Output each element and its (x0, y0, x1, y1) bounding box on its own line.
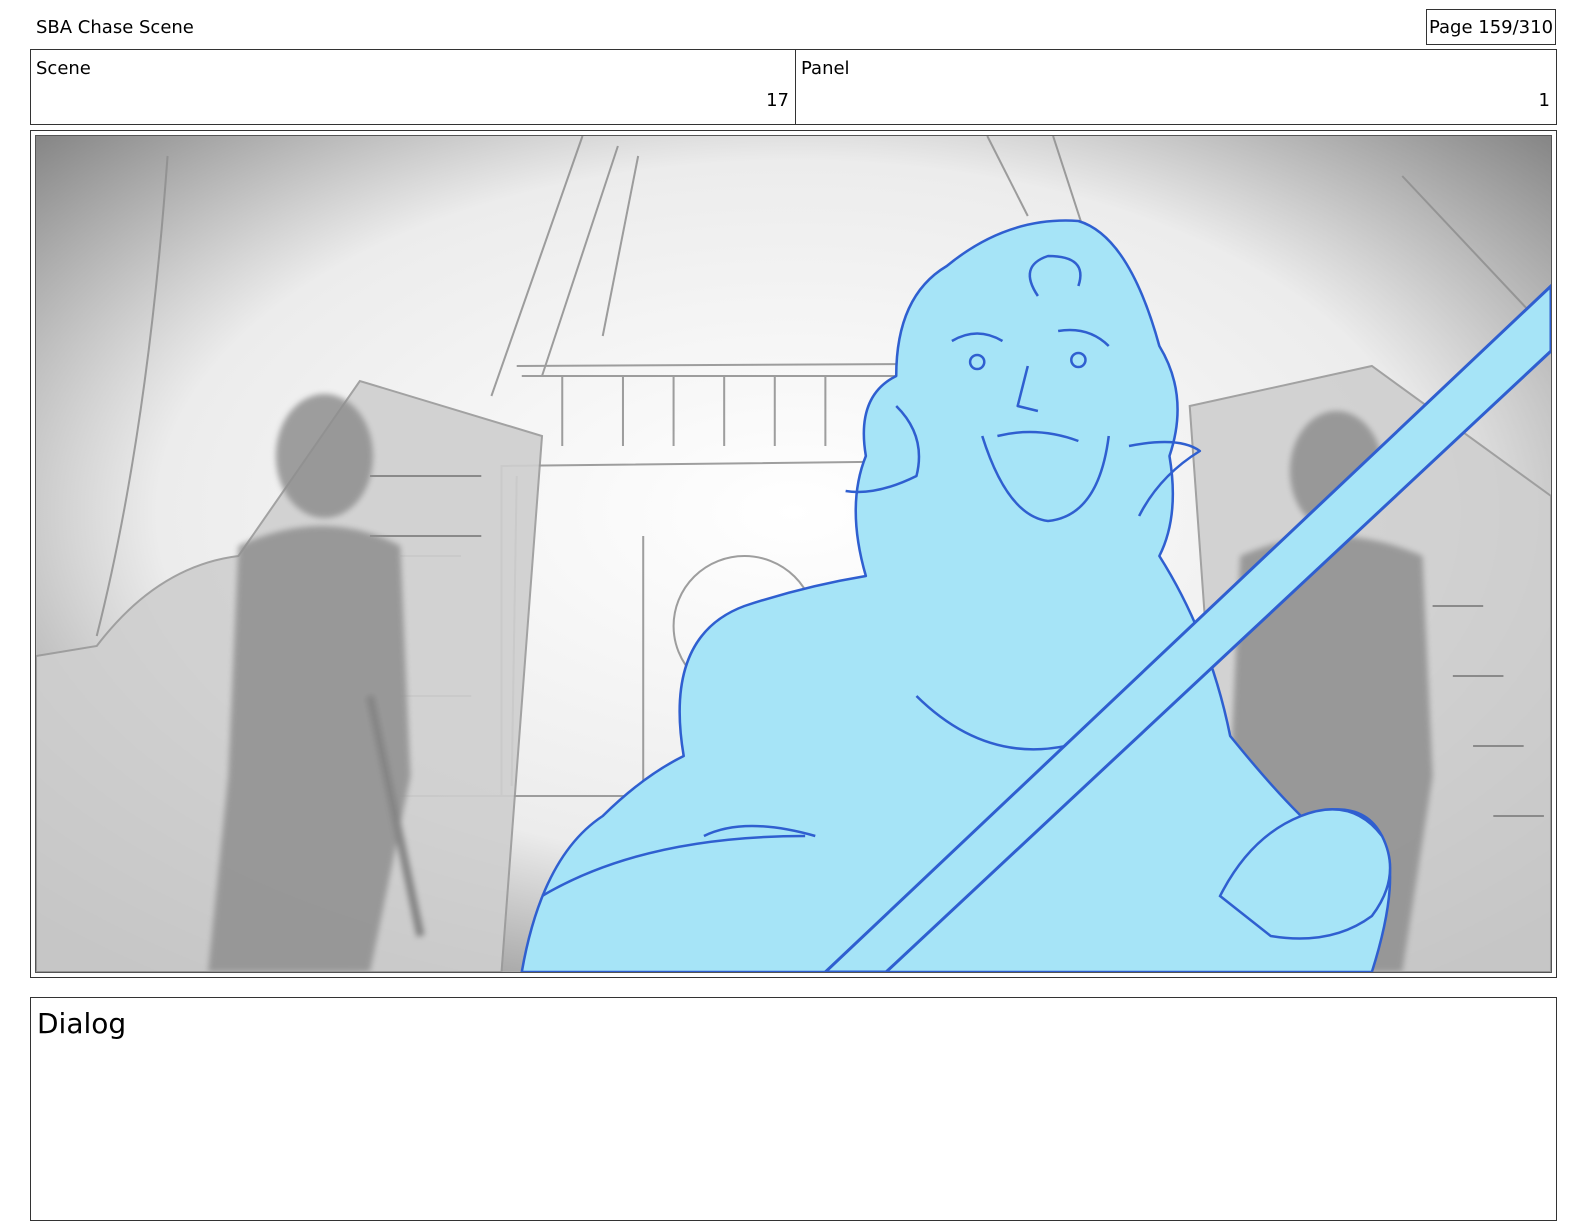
scene-value: 17 (766, 90, 789, 111)
panel-value: 1 (1538, 90, 1550, 111)
scene-cell: Scene 17 (31, 50, 796, 124)
storyboard-sketch (36, 136, 1551, 972)
panel-label: Panel (801, 58, 850, 79)
panel-cell: Panel 1 (796, 50, 1556, 124)
storyboard-frame (30, 130, 1557, 978)
scene-panel-info: Scene 17 Panel 1 (30, 49, 1557, 125)
project-title: SBA Chase Scene (36, 17, 194, 38)
dialog-box: Dialog (30, 997, 1557, 1221)
storyboard-image (35, 135, 1552, 973)
page-number: Page 159/310 (1426, 9, 1556, 45)
dialog-label: Dialog (37, 1007, 127, 1040)
scene-label: Scene (36, 58, 91, 79)
